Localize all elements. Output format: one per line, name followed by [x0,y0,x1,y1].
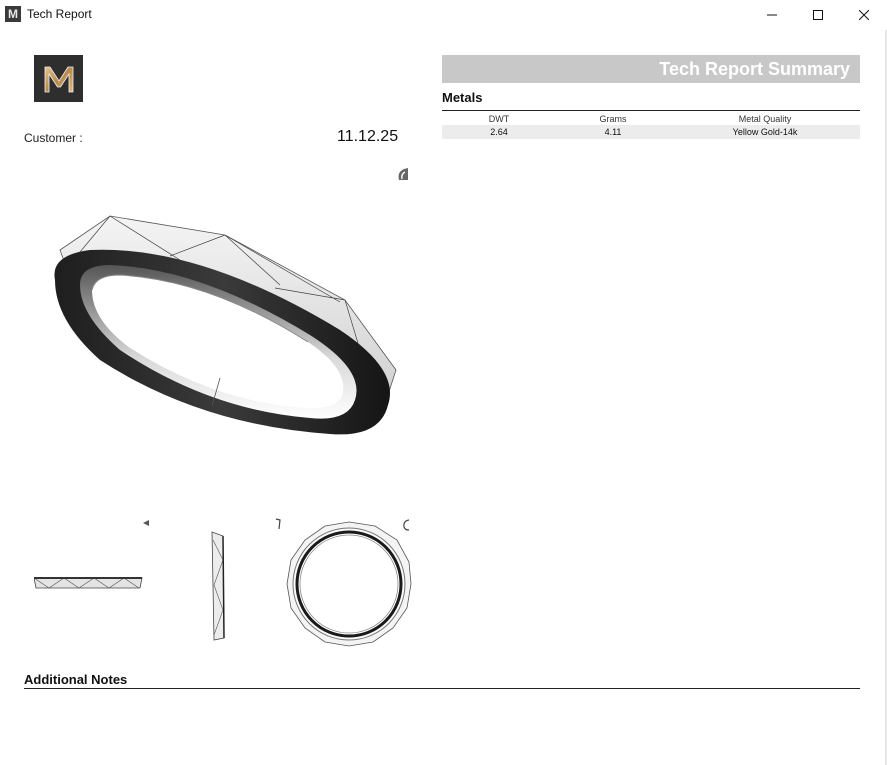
brand-logo [34,55,83,102]
cell-grams: 4.11 [604,127,622,137]
metals-header-row: DWT Grams Metal Quality [442,112,860,125]
minimize-button[interactable] [749,0,795,30]
window-title: Tech Report [27,7,92,21]
close-button[interactable] [841,0,887,30]
ring-perspective-view [54,215,397,435]
column-header-dwt: DWT [488,113,510,124]
ring-front-view [211,531,225,641]
report-date: 11.12.25 [337,128,399,145]
table-row: 2.64 4.11 Yellow Gold-14k [442,125,860,139]
title-bar: M Tech Report [0,0,887,30]
column-header-metal-quality: Metal Quality [738,113,792,124]
summary-title: Tech Report Summary [659,59,850,79]
summary-banner: Tech Report Summary [442,55,860,83]
metals-divider [442,110,860,111]
brand-m-icon [44,66,73,92]
ring-top-view [286,521,412,647]
minimize-icon [767,14,777,16]
view-marker-icon [143,520,149,526]
maximize-button[interactable] [795,0,841,30]
metals-heading: Metals [442,90,483,105]
metals-table: DWT Grams Metal Quality 2.64 4.11 Yellow… [442,112,860,139]
close-icon [859,10,869,20]
app-logo-icon: M [5,6,21,22]
column-header-grams: Grams [599,113,627,124]
cell-metal-quality: Yellow Gold-14k [732,127,798,137]
ring-side-view [34,577,143,589]
cell-dwt: 2.64 [490,127,508,137]
view-marker-icon-2 [275,518,281,530]
notes-divider [24,688,860,689]
ring-thumbnail-icon [398,168,408,180]
maximize-icon [813,10,823,20]
additional-notes-heading: Additional Notes [24,672,128,687]
customer-label: Customer : [24,131,83,145]
